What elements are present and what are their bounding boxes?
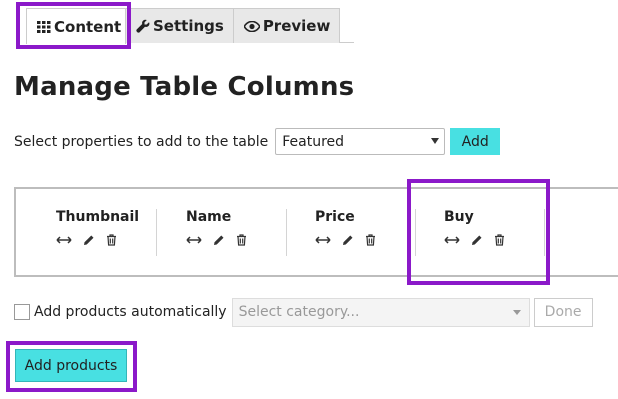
trash-icon[interactable] [494,234,505,246]
pencil-icon[interactable] [342,234,354,246]
done-button[interactable]: Done [533,297,593,327]
tab-settings[interactable]: Settings [125,8,234,43]
column-title: Price [315,209,355,225]
caret-down-icon [512,309,521,315]
add-property-row: Select properties to add to the table Fe… [14,128,501,155]
category-select-placeholder: Select category... [238,304,360,320]
column-separator [544,209,545,256]
pencil-icon[interactable] [83,234,95,246]
tab-bar: Content Settings Preview [26,8,341,44]
resize-icon[interactable] [315,235,331,245]
property-select-label: Select properties to add to the table [14,133,269,150]
column-title: Thumbnail [56,209,140,225]
auto-add-label[interactable]: Add products automatically [34,304,227,320]
resize-icon[interactable] [56,235,72,245]
column-price[interactable]: Price [315,209,387,257]
column-title: Name [186,209,232,225]
trash-icon[interactable] [236,234,247,246]
trash-icon[interactable] [365,234,376,246]
tab-label: Settings [153,17,224,35]
pencil-icon[interactable] [213,234,225,246]
grid-icon [37,20,51,33]
tab-content[interactable]: Content [26,8,126,44]
tab-label: Content [54,17,122,36]
resize-icon[interactable] [444,235,460,245]
property-select-value: Featured [282,133,345,150]
page-title: Manage Table Columns [14,72,355,102]
add-property-button[interactable]: Add [450,128,501,155]
pencil-icon[interactable] [471,234,483,246]
column-thumbnail[interactable]: Thumbnail [56,209,139,257]
eye-icon [243,20,260,32]
resize-icon[interactable] [186,235,202,245]
auto-add-row: Add products automatically Select catego… [14,297,593,327]
auto-add-checkbox[interactable] [14,304,30,320]
caret-down-icon [431,138,440,144]
column-separator [286,209,287,256]
column-name[interactable]: Name [186,209,258,257]
tab-preview[interactable]: Preview [232,8,341,43]
column-title: Buy [444,209,474,225]
column-separator [415,209,416,256]
trash-icon[interactable] [106,234,117,246]
column-separator [156,209,157,256]
column-buy[interactable]: Buy [444,209,516,257]
add-products-button[interactable]: Add products [15,349,127,382]
property-select[interactable]: Featured [275,128,446,155]
category-select[interactable]: Select category... [231,297,530,327]
wrench-icon [136,19,150,33]
tab-label: Preview [262,17,331,35]
table-columns-container: Thumbnail Name Price Buy [14,187,618,277]
